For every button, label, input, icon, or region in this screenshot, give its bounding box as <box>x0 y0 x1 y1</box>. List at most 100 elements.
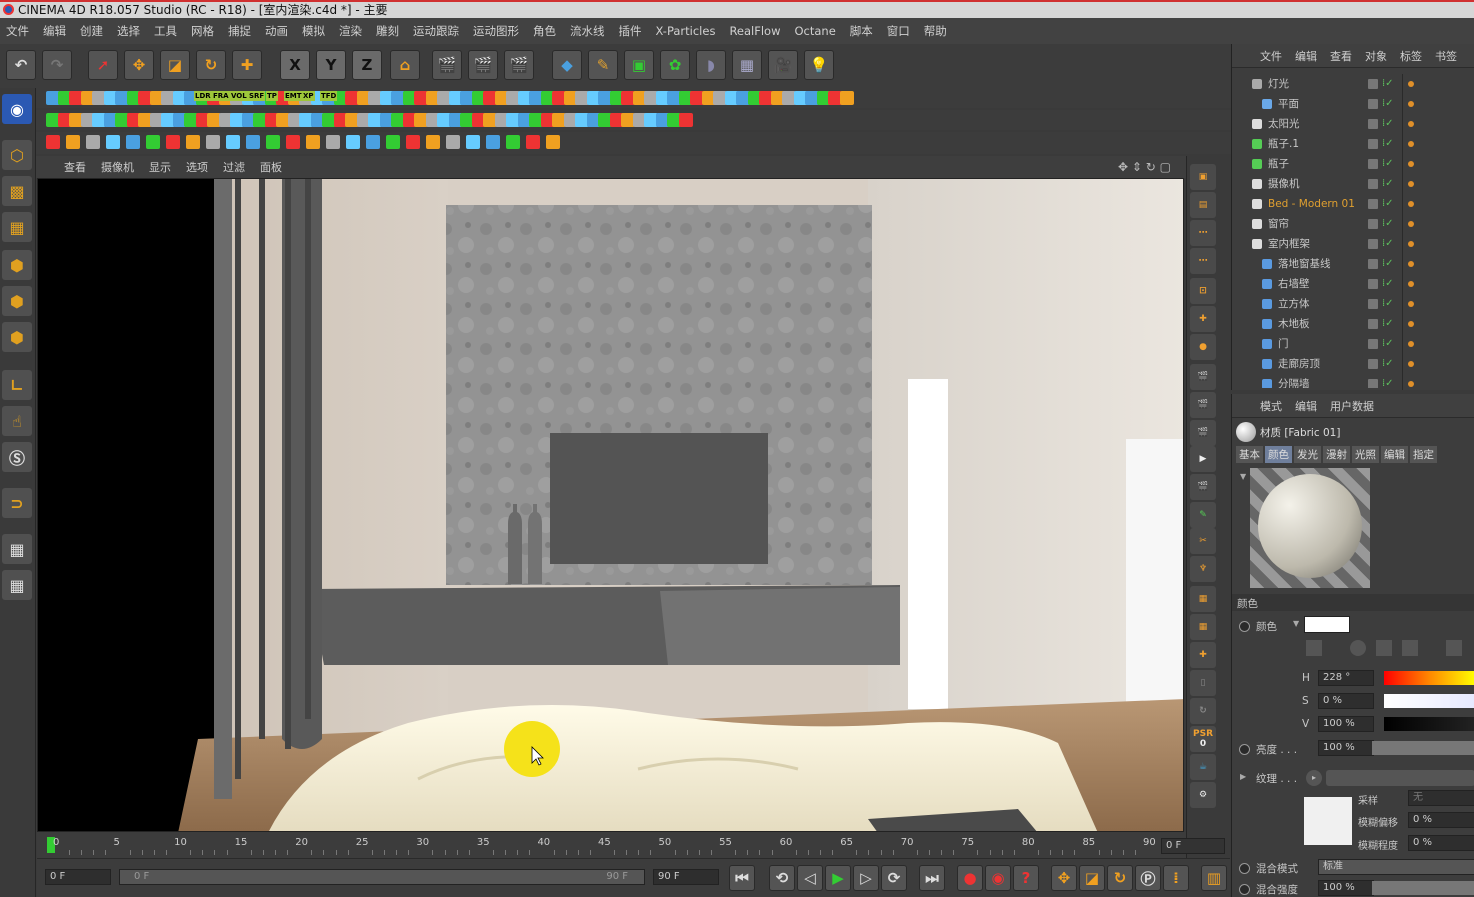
make-editable-button[interactable]: ◉ <box>2 94 32 124</box>
plugin-tool-icon[interactable] <box>46 135 60 149</box>
visibility-check-icon[interactable]: ⁞✓ <box>1382 294 1394 314</box>
coordinate-system-button[interactable]: ⌂ <box>390 50 420 80</box>
tag-icon[interactable] <box>1408 181 1414 187</box>
menu-item[interactable]: 工具 <box>154 23 177 39</box>
menu-item[interactable]: RealFlow <box>729 24 780 38</box>
menu-item[interactable]: 编辑 <box>43 23 66 39</box>
goto-start-button[interactable]: ⏮ <box>729 865 755 891</box>
tag-icon[interactable] <box>1408 121 1414 127</box>
plugin-tool-icon[interactable] <box>678 113 693 127</box>
psr-button[interactable]: PSR 0 <box>1190 726 1216 752</box>
texture-slot[interactable] <box>1326 770 1474 786</box>
next-frame-button[interactable]: ▷ <box>853 865 879 891</box>
object-row[interactable]: 瓶子 ⁞✓ <box>1232 154 1474 174</box>
viewport-navigation-icons[interactable]: ✥ ⇕ ↻ ▢ <box>1118 160 1171 174</box>
points-mode-button[interactable]: ⬢ <box>2 250 32 280</box>
object-name[interactable]: 立方体 <box>1278 294 1310 314</box>
magnet-button[interactable]: ⊃ <box>2 488 32 518</box>
object-manager-menu-item[interactable]: 查看 <box>1330 48 1352 64</box>
layer-toggle-icon[interactable] <box>1368 199 1378 209</box>
tag-icon[interactable] <box>1408 81 1414 87</box>
key-position-button[interactable]: ✥ <box>1051 865 1077 891</box>
plugin-tool-icon[interactable] <box>66 135 80 149</box>
object-name[interactable]: 分隔墙 <box>1278 374 1310 388</box>
blur-offset-field[interactable]: 0 % <box>1408 812 1474 828</box>
last-tool-button[interactable]: ✚ <box>232 50 262 80</box>
tag-icon[interactable] <box>1408 221 1414 227</box>
play-button[interactable]: ▶ <box>825 865 851 891</box>
layer-toggle-icon[interactable] <box>1368 359 1378 369</box>
attribute-tab[interactable]: 光照 <box>1352 446 1379 463</box>
menu-item[interactable]: 渲染 <box>339 23 362 39</box>
plugin-label-button[interactable]: TFD <box>320 91 338 101</box>
workplane-button[interactable]: ⊡ <box>1190 278 1216 304</box>
blend-strength-radio[interactable] <box>1239 884 1250 895</box>
attribute-tab[interactable]: 基本 <box>1236 446 1263 463</box>
plugin-tool-icon[interactable] <box>126 135 140 149</box>
plugin-tool-icon[interactable] <box>346 135 360 149</box>
visibility-check-icon[interactable]: ⁞✓ <box>1382 174 1394 194</box>
menu-item[interactable]: 窗口 <box>887 23 910 39</box>
layer-toggle-icon[interactable] <box>1368 219 1378 229</box>
plugin-tool-icon[interactable] <box>526 135 540 149</box>
plugin-tool-icon[interactable] <box>546 135 560 149</box>
layer-toggle-icon[interactable] <box>1368 119 1378 129</box>
visibility-check-icon[interactable]: ⁞✓ <box>1382 214 1394 234</box>
object-manager-menu-item[interactable]: 文件 <box>1260 48 1282 64</box>
plugin-tool-icon[interactable] <box>366 135 380 149</box>
coordinates-button[interactable]: ● <box>1190 334 1216 360</box>
tag-icon[interactable] <box>1408 161 1414 167</box>
symmetry-button[interactable]: ▤ <box>1190 192 1216 218</box>
object-name[interactable]: 门 <box>1278 334 1289 354</box>
object-row[interactable]: 落地窗基线 ⁞✓ <box>1232 254 1474 274</box>
layer-toggle-icon[interactable] <box>1368 159 1378 169</box>
object-row[interactable]: 立方体 ⁞✓ <box>1232 294 1474 314</box>
scale-tool-button[interactable]: ◪ <box>160 50 190 80</box>
brightness-radio[interactable] <box>1239 744 1250 755</box>
visibility-check-icon[interactable]: ⁞✓ <box>1382 314 1394 334</box>
teapot-button[interactable]: ☕ <box>1190 754 1216 780</box>
plugin-label-button[interactable]: VOL <box>230 91 248 101</box>
menu-item[interactable]: 选择 <box>117 23 140 39</box>
render-picture-viewer-button[interactable]: 🎬 <box>468 50 498 80</box>
object-name[interactable]: Bed - Modern 01 <box>1268 194 1355 214</box>
visibility-check-icon[interactable]: ⁞✓ <box>1382 354 1394 374</box>
menu-item[interactable]: 网格 <box>191 23 214 39</box>
attribute-tab[interactable]: 漫射 <box>1323 446 1350 463</box>
attribute-manager-menu-item[interactable]: 编辑 <box>1295 398 1317 414</box>
plugin-tool-icon[interactable] <box>426 135 440 149</box>
menu-item[interactable]: 文件 <box>6 23 29 39</box>
menu-item[interactable]: 插件 <box>619 23 642 39</box>
3d-viewport[interactable] <box>37 178 1184 832</box>
object-row[interactable]: 右墙壁 ⁞✓ <box>1232 274 1474 294</box>
plugin-label-button[interactable]: LDR <box>194 91 212 101</box>
timeline-ruler[interactable]: 0 5 10 15 20 25 30 35 40 45 50 55 60 65 70 75 80 85 90 0 F <box>37 832 1225 858</box>
bar-button[interactable]: ▯ <box>1190 670 1216 696</box>
blur-scale-field[interactable]: 0 % <box>1408 835 1474 851</box>
saturation-slider[interactable] <box>1384 694 1474 708</box>
value-slider[interactable] <box>1384 717 1474 731</box>
viewport-menu-item[interactable]: 面板 <box>260 159 282 175</box>
key-scale-button[interactable]: ◪ <box>1079 865 1105 891</box>
menu-item[interactable]: 运动图形 <box>473 23 519 39</box>
paint-button[interactable]: ✚ <box>1190 642 1216 668</box>
edges-mode-button[interactable]: ⬢ <box>2 286 32 316</box>
tag-icon[interactable] <box>1408 381 1414 387</box>
object-row[interactable]: 门 ⁞✓ <box>1232 334 1474 354</box>
z-axis-button[interactable]: Z <box>352 50 382 80</box>
light-object-button[interactable]: 💡 <box>804 50 834 80</box>
color-swatch[interactable] <box>1304 616 1350 633</box>
layer-toggle-icon[interactable] <box>1368 279 1378 289</box>
render-region-button[interactable]: ▣ <box>1190 164 1216 190</box>
rgb-icon[interactable] <box>1446 640 1462 656</box>
layer-toggle-icon[interactable] <box>1368 79 1378 89</box>
lock-workplane-button[interactable]: ▦ <box>2 534 32 564</box>
visibility-check-icon[interactable]: ⁞✓ <box>1382 234 1394 254</box>
hue-slider[interactable] <box>1384 671 1474 685</box>
previous-key-button[interactable]: ⟲ <box>769 865 795 891</box>
menu-item[interactable]: 运动跟踪 <box>413 23 459 39</box>
blend-mode-radio[interactable] <box>1239 863 1250 874</box>
plugin-tool-icon[interactable] <box>86 135 100 149</box>
plugin-tool-icon[interactable] <box>446 135 460 149</box>
menu-item[interactable]: 雕刻 <box>376 23 399 39</box>
